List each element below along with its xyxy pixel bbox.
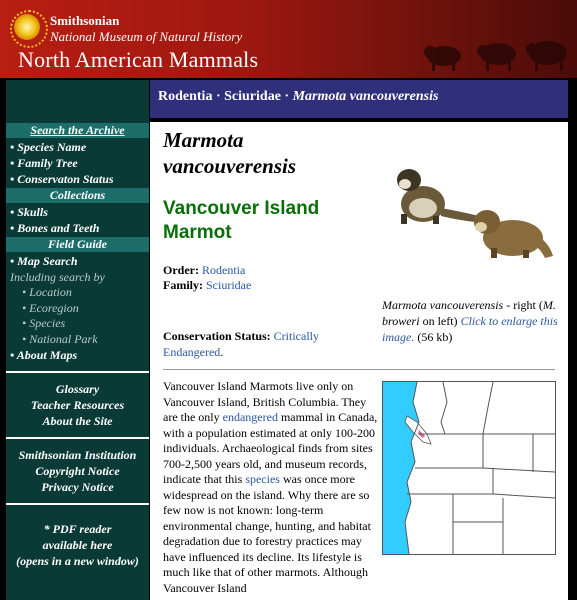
- common-name: Vancouver Island Marmot: [163, 198, 320, 243]
- smithsonian-brand[interactable]: Smithsonian: [50, 14, 119, 28]
- nav-about-site[interactable]: About the Site: [6, 413, 149, 429]
- nav-divider: [6, 437, 149, 439]
- nav-about-maps[interactable]: • About Maps: [6, 347, 149, 363]
- nav-divider: [6, 371, 149, 373]
- nav-including-label: Including search by: [10, 270, 105, 284]
- nav-divider: [6, 503, 149, 505]
- nav-field-guide-heading: Field Guide: [6, 237, 149, 252]
- nav-pdf-line1[interactable]: * PDF reader: [6, 521, 149, 537]
- species-description: Vancouver Island Marmots live only on Va…: [163, 379, 378, 595]
- nav-search-archive[interactable]: Search the Archive: [6, 123, 149, 138]
- nav-species[interactable]: • Species: [6, 316, 149, 332]
- nav-skulls[interactable]: • Skulls: [6, 204, 149, 220]
- endangered-link[interactable]: endangered: [223, 410, 278, 424]
- smithsonian-sun-logo-icon[interactable]: [10, 10, 48, 48]
- site-header: Smithsonian National Museum of Natural H…: [0, 0, 577, 78]
- breadcrumb-family[interactable]: Sciuridae: [224, 89, 281, 104]
- breadcrumb-order[interactable]: Rodentia: [158, 89, 212, 104]
- nav-location[interactable]: • Location: [6, 285, 149, 301]
- nav-teacher-resources[interactable]: Teacher Resources: [6, 397, 149, 413]
- nav-smithsonian-institution[interactable]: Smithsonian Institution: [6, 447, 149, 463]
- range-map[interactable]: [382, 381, 556, 555]
- family-link[interactable]: Sciuridae: [206, 278, 251, 292]
- muskox-herd-image: [424, 41, 567, 71]
- nav-species-name[interactable]: • Species Name: [6, 139, 149, 155]
- nav-family-tree[interactable]: • Family Tree: [6, 155, 149, 171]
- nav-national-park[interactable]: • National Park: [6, 332, 149, 348]
- breadcrumb-species: Marmota vancouverensis: [292, 89, 439, 104]
- sidebar-nav: Search the Archive • Species Name • Fami…: [6, 80, 149, 600]
- content-divider: [163, 369, 555, 370]
- site-title[interactable]: North American Mammals: [18, 47, 258, 73]
- nav-copyright[interactable]: Copyright Notice: [6, 463, 149, 479]
- order-link[interactable]: Rodentia: [202, 263, 245, 277]
- image-caption: Marmota vancouverensis - right (M. browe…: [382, 298, 558, 344]
- nav-pdf-line2[interactable]: available here: [6, 537, 149, 553]
- nav-collections-heading: Collections: [6, 188, 149, 203]
- breadcrumb: Rodentia · Sciuridae · Marmota vancouver…: [150, 80, 568, 118]
- nav-privacy[interactable]: Privacy Notice: [6, 479, 149, 495]
- page-title: Marmota vancouverensis: [163, 128, 296, 178]
- nav-pdf-line3[interactable]: (opens in a new window): [6, 553, 149, 569]
- nav-bones-teeth[interactable]: • Bones and Teeth: [6, 220, 149, 236]
- nav-ecoregion[interactable]: • Ecoregion: [6, 301, 149, 317]
- species-link[interactable]: species: [245, 472, 280, 486]
- nav-conservation-status[interactable]: • Conservaton Status: [6, 171, 149, 187]
- museum-name[interactable]: National Museum of Natural History: [50, 30, 242, 44]
- nav-map-search[interactable]: • Map Search: [6, 253, 149, 269]
- nav-glossary[interactable]: Glossary: [6, 381, 149, 397]
- conservation-status: Conservation Status: Critically Endanger…: [163, 329, 319, 359]
- main-content: Marmota vancouverensis Vancouver Island …: [150, 122, 568, 600]
- taxonomy: Order: Rodentia Family: Sciuridae: [163, 263, 252, 292]
- marmot-photo[interactable]: [383, 164, 555, 264]
